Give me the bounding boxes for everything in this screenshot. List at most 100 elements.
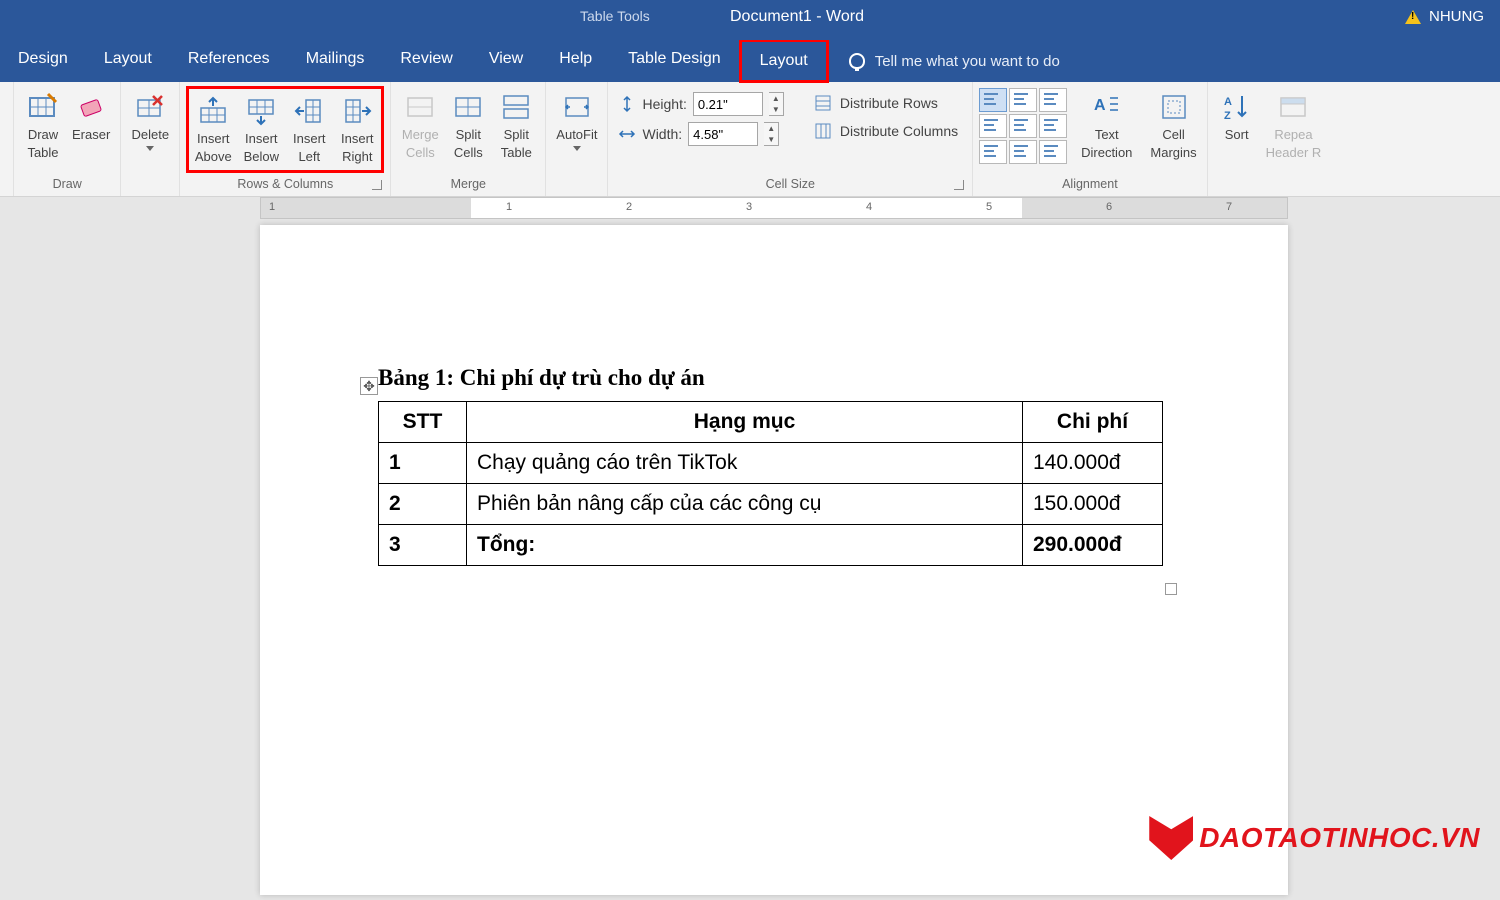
user-account[interactable]: NHUNG: [1397, 0, 1492, 33]
width-icon: [618, 125, 636, 143]
chevron-down-icon: [573, 146, 581, 151]
svg-text:A: A: [1094, 97, 1106, 114]
split-table-button[interactable]: Split Table: [493, 86, 539, 165]
table-row[interactable]: 2 Phiên bản nâng cấp của các công cụ 150…: [379, 484, 1163, 525]
tab-design[interactable]: Design: [0, 40, 86, 82]
tab-layout[interactable]: Layout: [86, 40, 170, 82]
group-cell-size-label: Cell Size: [614, 174, 966, 194]
tab-table-design[interactable]: Table Design: [610, 40, 739, 82]
split-table-icon: [499, 90, 533, 124]
text-direction-button[interactable]: A Text Direction: [1077, 86, 1136, 165]
sort-icon: AZ: [1220, 90, 1254, 124]
table-caption[interactable]: Bảng 1: Chi phí dự trù cho dự án: [378, 365, 1170, 391]
repeat-header-label: Repea Header R: [1266, 126, 1322, 161]
table-row[interactable]: 1 Chạy quảng cáo trên TikTok 140.000đ: [379, 443, 1163, 484]
tab-table-layout[interactable]: Layout: [739, 39, 829, 83]
align-bottom-left[interactable]: [979, 140, 1007, 164]
insert-above-icon: [196, 94, 230, 128]
tab-review[interactable]: Review: [382, 40, 470, 82]
contextual-tab-label: Table Tools: [560, 0, 670, 32]
insert-left-label: Insert Left: [293, 130, 326, 165]
split-cells-label: Split Cells: [454, 126, 483, 161]
delete-label: Delete: [132, 126, 170, 144]
group-autofit: AutoFit: [546, 82, 608, 196]
table-move-handle[interactable]: ✥: [360, 377, 378, 395]
insert-right-button[interactable]: Insert Right: [334, 90, 380, 169]
group-draw: Draw Table Eraser Draw: [14, 82, 121, 196]
align-bottom-right[interactable]: [1039, 140, 1067, 164]
height-spinner[interactable]: ▲▼: [769, 92, 784, 116]
delete-button[interactable]: Delete: [127, 86, 173, 155]
eraser-label: Eraser: [72, 126, 110, 144]
header-stt[interactable]: STT: [379, 402, 467, 443]
insert-below-button[interactable]: Insert Below: [238, 90, 284, 169]
height-icon: [618, 95, 636, 113]
repeat-header-button: Repea Header R: [1262, 86, 1326, 165]
watermark-logo-icon: [1149, 816, 1193, 860]
insert-above-button[interactable]: Insert Above: [190, 90, 236, 169]
dialog-launcher-icon[interactable]: [954, 180, 964, 190]
user-name: NHUNG: [1429, 8, 1484, 25]
tab-references[interactable]: References: [170, 40, 288, 82]
align-middle-center[interactable]: [1009, 114, 1037, 138]
group-merge-label: Merge: [397, 174, 539, 194]
text-direction-label: Text Direction: [1081, 126, 1132, 161]
align-bottom-center[interactable]: [1009, 140, 1037, 164]
group-cell-size: Height: ▲▼ Width: ▲▼ Distribute Rows: [608, 82, 973, 196]
height-input[interactable]: [693, 92, 763, 116]
horizontal-ruler[interactable]: 1 1 2 3 4 5 6 7: [260, 197, 1288, 219]
tab-view[interactable]: View: [471, 40, 541, 82]
group-rows-columns-label: Rows & Columns: [186, 174, 384, 194]
distribute-rows-icon: [814, 94, 832, 112]
width-input[interactable]: [688, 122, 758, 146]
distribute-columns-button[interactable]: Distribute Columns: [810, 120, 962, 142]
table-row-total[interactable]: 3 Tổng: 290.000đ: [379, 525, 1163, 566]
group-data: AZ Sort Repea Header R: [1208, 82, 1332, 196]
insert-above-label: Insert Above: [195, 130, 232, 165]
text-direction-icon: A: [1090, 90, 1124, 124]
distribute-rows-button[interactable]: Distribute Rows: [810, 92, 962, 114]
align-top-left[interactable]: [979, 88, 1007, 112]
group-cutoff-left: [0, 82, 14, 196]
cell-margins-button[interactable]: Cell Margins: [1146, 86, 1200, 165]
align-top-center[interactable]: [1009, 88, 1037, 112]
tab-help[interactable]: Help: [541, 40, 610, 82]
draw-table-button[interactable]: Draw Table: [20, 86, 66, 165]
eraser-icon: [74, 90, 108, 124]
group-alignment: A Text Direction Cell Margins Alignment: [973, 82, 1208, 196]
warning-icon: [1405, 10, 1421, 24]
tell-me-search[interactable]: Tell me what you want to do: [849, 40, 1060, 82]
svg-text:A: A: [1224, 96, 1232, 108]
group-delete: Delete: [121, 82, 180, 196]
align-middle-right[interactable]: [1039, 114, 1067, 138]
eraser-button[interactable]: Eraser: [68, 86, 114, 165]
table-resize-handle[interactable]: [1165, 583, 1177, 595]
document-table[interactable]: STT Hạng mục Chi phí 1 Chạy quảng cáo tr…: [378, 401, 1163, 566]
tab-mailings[interactable]: Mailings: [288, 40, 383, 82]
document-page[interactable]: Bảng 1: Chi phí dự trù cho dự án ✥ STT H…: [260, 225, 1288, 895]
autofit-icon: [560, 90, 594, 124]
width-spinner[interactable]: ▲▼: [764, 122, 779, 146]
title-bar: Table Tools Document1 - Word NHUNG: [0, 0, 1500, 40]
split-cells-button[interactable]: Split Cells: [445, 86, 491, 165]
sort-label: Sort: [1225, 126, 1249, 144]
sort-button[interactable]: AZ Sort: [1214, 86, 1260, 165]
header-chiphi[interactable]: Chi phí: [1023, 402, 1163, 443]
repeat-header-icon: [1276, 90, 1310, 124]
header-hangmuc[interactable]: Hạng mục: [467, 402, 1023, 443]
ribbon-tabs: Design Layout References Mailings Review…: [0, 40, 1500, 82]
ribbon: Draw Table Eraser Draw Delete: [0, 82, 1500, 197]
table-header-row[interactable]: STT Hạng mục Chi phí: [379, 402, 1163, 443]
dialog-launcher-icon[interactable]: [372, 180, 382, 190]
group-rows-columns: Insert Above Insert Below Insert Left In…: [180, 82, 391, 196]
split-cells-icon: [451, 90, 485, 124]
autofit-label: AutoFit: [556, 126, 597, 144]
autofit-button[interactable]: AutoFit: [552, 86, 601, 155]
width-label: Width:: [642, 126, 682, 142]
group-merge: Merge Cells Split Cells Split Table Merg…: [391, 82, 546, 196]
alignment-grid: [979, 88, 1067, 164]
insert-left-button[interactable]: Insert Left: [286, 90, 332, 169]
insert-below-label: Insert Below: [244, 130, 279, 165]
align-middle-left[interactable]: [979, 114, 1007, 138]
align-top-right[interactable]: [1039, 88, 1067, 112]
